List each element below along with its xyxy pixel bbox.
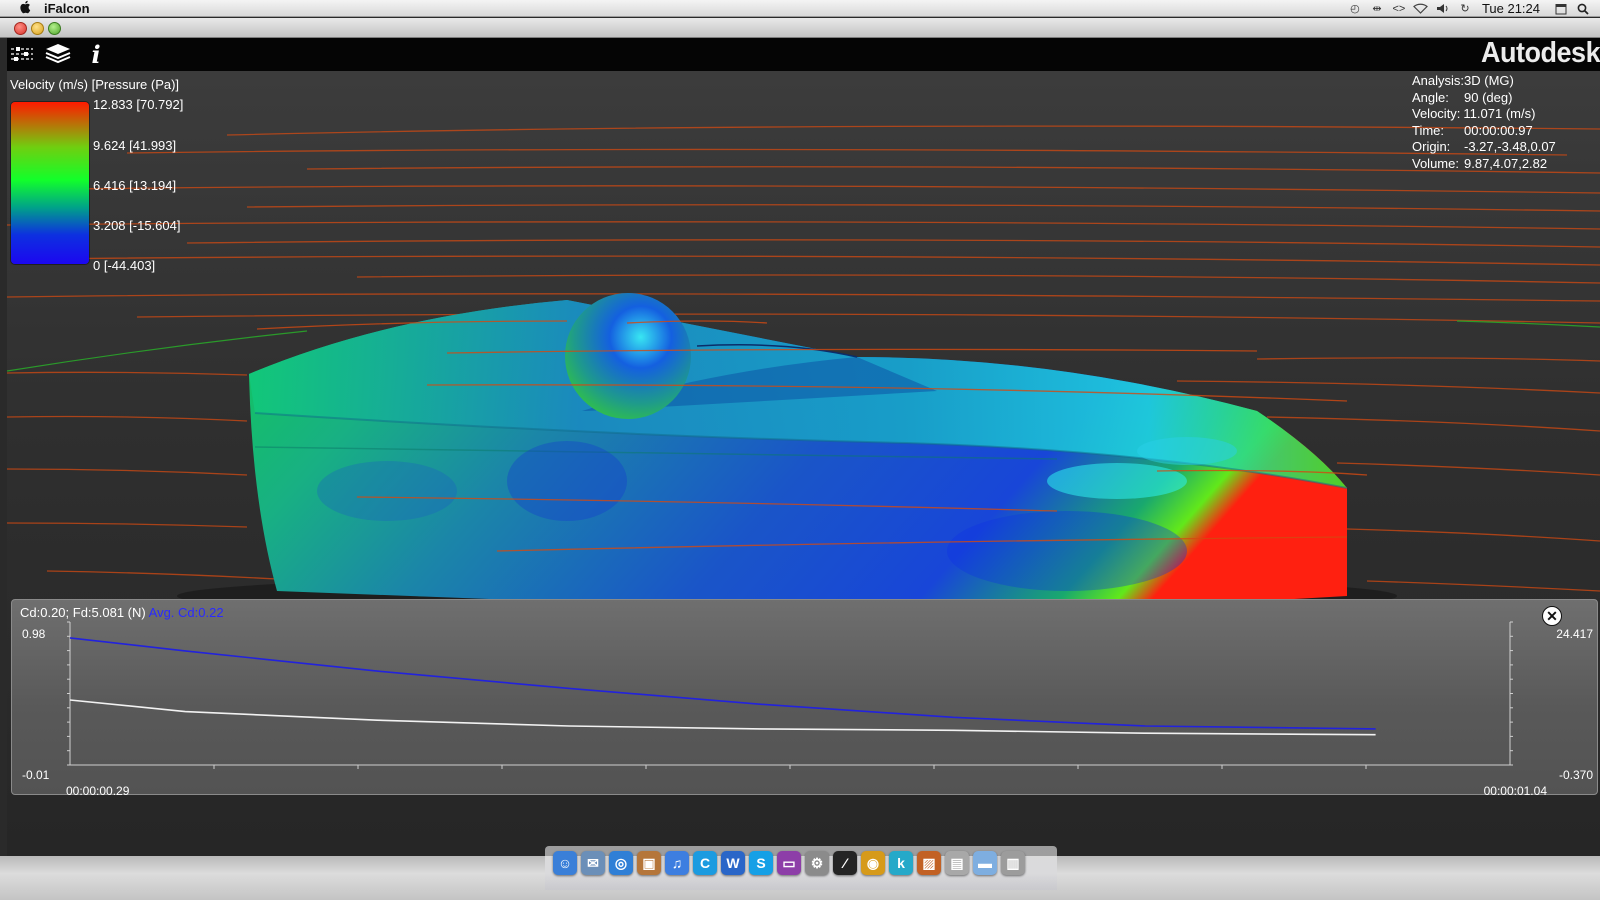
drag-coefficient-chart — [67, 621, 1513, 769]
apple-icon[interactable] — [18, 0, 32, 17]
skype-icon[interactable]: S — [749, 851, 773, 875]
photos-icon[interactable]: ▣ — [637, 851, 661, 875]
info-row-volume: Volume: 9.87,4.07,2.82 — [1412, 155, 1548, 171]
app-name-menu[interactable]: iFalcon — [44, 1, 90, 16]
mail-icon[interactable]: ✉ — [581, 851, 605, 875]
calendar-icon[interactable] — [1550, 0, 1572, 17]
trash-icon[interactable]: ▥ — [1001, 851, 1025, 875]
app-window: i Autodesk Velocity (m/s) [Pressure (Pa)… — [7, 38, 1600, 856]
safari-icon[interactable]: ◎ — [609, 851, 633, 875]
window-zoom-button[interactable] — [48, 22, 61, 35]
settings-sliders-icon[interactable] — [7, 40, 37, 68]
finder-icon[interactable]: ☺ — [553, 851, 577, 875]
preferences-icon[interactable]: ⚙ — [805, 851, 829, 875]
window-minimize-button[interactable] — [31, 22, 44, 35]
legend-tick: 12.833 [70.792] — [93, 97, 184, 112]
info-icon[interactable]: i — [81, 40, 111, 69]
volume-icon[interactable] — [1432, 0, 1454, 17]
app-toolbar: i Autodesk — [7, 38, 1600, 71]
display-icon[interactable]: ▭ — [777, 851, 801, 875]
app-c-icon[interactable]: C — [693, 851, 717, 875]
menu-bar: iFalcon ◴ ⇹ <> ↻ Tue 21:24 — [0, 0, 1600, 17]
info-row-analysis: Analysis: 3D (MG) — [1412, 73, 1514, 88]
menu-clock[interactable]: Tue 21:24 — [1482, 1, 1540, 16]
close-panel-button[interactable]: ✕ — [1542, 606, 1562, 626]
spotlight-search-icon[interactable] — [1572, 0, 1594, 17]
drag-chart-panel: Cd:0.20; Fd:5.081 (N) Avg. Cd:0.22 0.98 … — [11, 599, 1598, 798]
code-icon[interactable]: <> — [1388, 0, 1410, 17]
status-area: ◴ ⇹ <> ↻ Tue 21:24 — [1344, 0, 1600, 17]
legend-tick: 3.208 [-15.604] — [93, 218, 181, 233]
window-titlebar — [0, 18, 1600, 38]
folder-icon[interactable]: ▬ — [973, 851, 997, 875]
simulation-viewport[interactable]: Velocity (m/s) [Pressure (Pa)] 12.833 [7… — [7, 71, 1600, 856]
info-row-time: Time: 00:00:00.97 — [1412, 122, 1533, 138]
brand-logo: Autodesk — [1480, 38, 1600, 69]
layers-icon[interactable] — [43, 40, 73, 68]
info-row-origin: Origin: -3.27,-3.48,0.07 — [1412, 139, 1556, 154]
info-row-velocity: Velocity: 11.071 (m/s) — [1412, 106, 1536, 121]
app-k-icon[interactable]: k — [889, 851, 913, 875]
wifi-icon[interactable] — [1410, 0, 1432, 17]
legend-tick: 9.624 [41.993] — [93, 138, 177, 153]
network-icon[interactable]: ⇹ — [1366, 0, 1388, 17]
cd-line — [69, 699, 1376, 736]
itunes-icon[interactable]: ♫ — [665, 851, 689, 875]
legend-tick: 6.416 [13.194] — [93, 178, 177, 193]
preview-icon[interactable]: ▤ — [945, 851, 969, 875]
graph-app-icon[interactable]: ⁄ — [833, 851, 857, 875]
time-machine-icon[interactable]: ◴ — [1344, 0, 1366, 17]
window-close-button[interactable] — [14, 22, 27, 35]
app-w-icon[interactable]: W — [721, 851, 745, 875]
analysis-info: Analysis: 3D (MG) Angle: 90 (deg) Velocity… — [1412, 73, 1556, 172]
sync-icon[interactable]: ↻ — [1454, 0, 1476, 17]
image-app-icon[interactable]: ▨ — [917, 851, 941, 875]
info-row-angle: Angle: 90 (deg) — [1412, 89, 1513, 105]
lion-app-icon[interactable]: ◉ — [861, 851, 885, 875]
legend-title: Velocity (m/s) [Pressure (Pa)] — [10, 77, 180, 92]
legend-tick: 0 [-44.403] — [93, 258, 156, 273]
legend-color-bar — [11, 102, 89, 264]
